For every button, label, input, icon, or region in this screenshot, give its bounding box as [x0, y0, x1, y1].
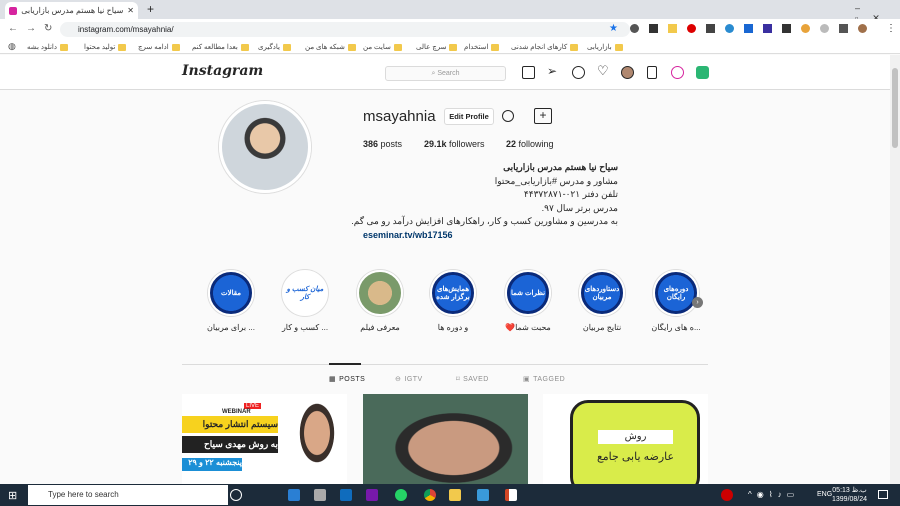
bookmark-folder[interactable]: کارهای انجام شدنی — [511, 43, 579, 51]
add-post-icon[interactable]: + — [534, 108, 552, 124]
close-tab-icon[interactable]: ✕ — [127, 6, 134, 15]
direct-icon[interactable]: ➢ — [547, 64, 560, 78]
scrollbar-thumb[interactable] — [892, 68, 898, 148]
bookmark-folder[interactable]: تولید محتوا — [84, 43, 127, 51]
person-photo — [287, 399, 347, 484]
igtv-icon: ⊖ — [395, 376, 402, 383]
highlight-cover[interactable]: دستاوردهای مربیان — [579, 270, 625, 316]
highlight-cover[interactable]: همایش‌های برگزار شده — [430, 270, 476, 316]
app-icon[interactable] — [314, 489, 326, 501]
highlight-cover[interactable]: نظرات شما — [505, 270, 551, 316]
bookmark-folder[interactable]: سرچ عالی — [416, 43, 458, 51]
bookmark-folder[interactable]: استخدام — [464, 43, 500, 51]
globe-icon: ◍ — [8, 41, 16, 51]
home-icon[interactable] — [522, 66, 535, 79]
instagram-favicon-icon — [9, 6, 17, 15]
bookmark-folder[interactable]: ادامه سرچ — [138, 43, 180, 51]
bio-name: سیاح نیا هستم مدرس بازاریابی — [503, 162, 618, 172]
highlight-cover[interactable]: مقالات — [208, 270, 254, 316]
bio-link[interactable]: eseminar.tv/wb17156 — [363, 230, 453, 240]
tab-tagged[interactable]: ▣ TAGGED — [523, 375, 565, 384]
bookmarks-bar: ◍ بازاریابی کارهای انجام شدنی استخدام سر… — [0, 40, 900, 54]
photos-icon[interactable] — [477, 489, 489, 501]
tab-posts[interactable]: ▦ POSTS — [329, 375, 365, 384]
powerpoint-icon[interactable] — [505, 489, 517, 501]
highlight-cover[interactable]: دوره‌های رایگان — [653, 270, 699, 316]
post-text: پنجشنبه ۲۲ و ۲۹ — [182, 458, 242, 471]
search-input[interactable]: ⌕ Search — [385, 66, 506, 81]
bio-line: مشاور و مدرس #بازاریابی_محتوا — [494, 176, 618, 186]
tray-app-icon[interactable] — [721, 489, 733, 501]
url-input[interactable]: instagram.com/msayahnia/ — [60, 22, 630, 37]
instagram-logo[interactable]: Instagram — [182, 63, 263, 79]
bookmark-folder[interactable]: دانلود بشه — [27, 43, 68, 51]
taskbar-search-input[interactable]: Type here to search — [28, 485, 228, 505]
post-text: روش — [598, 430, 673, 444]
system-tray-icons[interactable]: ^◉⌇♪▭ — [748, 490, 799, 499]
file-explorer-icon[interactable] — [449, 489, 461, 501]
notifications-icon[interactable] — [878, 490, 888, 499]
windows-start-icon[interactable]: ⊞ — [8, 489, 17, 502]
post-text: سیستم انتشار محتوا — [182, 416, 278, 433]
new-tab-button[interactable]: + — [147, 2, 154, 16]
username: msayahnia — [363, 108, 436, 125]
whatsapp-icon[interactable] — [395, 489, 407, 501]
highlights-next-arrow[interactable]: › — [692, 297, 703, 308]
cortana-icon[interactable] — [230, 489, 242, 501]
following-count[interactable]: 22 following — [506, 139, 554, 149]
post-thumbnail[interactable] — [363, 394, 528, 484]
bio-line: مدرس برتر سال ۹۷. — [541, 203, 618, 213]
followers-count[interactable]: 29.1k followers — [424, 139, 485, 149]
bookmark-icon: ⌑ — [456, 376, 461, 383]
edit-profile-button[interactable]: Edit Profile — [444, 108, 494, 125]
highlight-cover[interactable] — [357, 270, 403, 316]
grid-icon: ▦ — [329, 376, 337, 383]
bookmark-folder[interactable]: سایت من — [363, 43, 402, 51]
tab-title: سیاح نیا هستم مدرس بازاریابی (@ — [21, 6, 124, 15]
post-thumbnail[interactable]: روش عارضه یابی جامع — [543, 394, 708, 484]
tabs-divider — [182, 364, 708, 365]
browser-tab[interactable]: سیاح نیا هستم مدرس بازاریابی (@ ✕ — [5, 2, 138, 19]
bookmark-folder[interactable]: یادگیری — [258, 43, 291, 51]
webinar-tag: WEBINAR — [222, 409, 251, 415]
bio-line: تلفن دفتر ۰۲۱-۴۴۳۷۲۸۷۱ — [523, 189, 618, 199]
highlight-label: ...ه های رایگان — [651, 323, 701, 332]
explore-icon[interactable] — [572, 66, 585, 79]
url-text: instagram.com/msayahnia/ — [78, 25, 174, 34]
tag-icon: ▣ — [523, 376, 531, 383]
post-thumbnail[interactable]: LIVE WEBINAR سیستم انتشار محتوا به روش م… — [182, 394, 347, 484]
bookmark-folder[interactable]: بعدا مطالعه کنم — [192, 43, 249, 51]
extension-icon[interactable] — [671, 66, 684, 79]
bookmark-folder[interactable]: بازاریابی — [587, 43, 623, 51]
posts-count: 386 posts — [363, 139, 403, 149]
tab-saved[interactable]: ⌑ SAVED — [456, 375, 489, 384]
vscode-icon[interactable] — [288, 489, 300, 501]
profile-avatar-icon[interactable] — [621, 66, 634, 79]
tab-igtv[interactable]: ⊖ IGTV — [395, 375, 423, 384]
bio-line: به مدرسین و مشاورین کسب و کار، راهکارهای… — [351, 216, 618, 226]
post-text: عارضه یابی جامع — [596, 451, 675, 463]
heart-icon[interactable]: ♡ — [597, 63, 610, 78]
igtv-icon[interactable] — [647, 66, 657, 79]
chrome-icon[interactable] — [424, 489, 436, 501]
highlight-cover[interactable]: میان کسب و کار — [282, 270, 328, 316]
bookmark-star-icon[interactable]: ★ — [609, 23, 618, 34]
active-tab-indicator — [329, 363, 361, 365]
settings-gear-icon[interactable] — [502, 110, 514, 122]
browser-menu-icon[interactable]: ⋮ — [886, 23, 896, 34]
nav-buttons[interactable]: ←→↻ — [8, 23, 60, 34]
post-text: به روش مهدی سیاح — [182, 436, 278, 453]
language-indicator[interactable]: ENG — [817, 491, 832, 498]
profile-avatar[interactable] — [219, 101, 311, 193]
extensions-bar[interactable] — [630, 24, 880, 36]
taskbar-clock[interactable]: 05:13 ب.ظ 1399/08/24 — [832, 486, 867, 504]
onenote-icon[interactable] — [366, 489, 378, 501]
outlook-icon[interactable] — [340, 489, 352, 501]
bookmark-folder[interactable]: شبکه های من — [305, 43, 356, 51]
extension-download-icon[interactable] — [696, 66, 709, 79]
